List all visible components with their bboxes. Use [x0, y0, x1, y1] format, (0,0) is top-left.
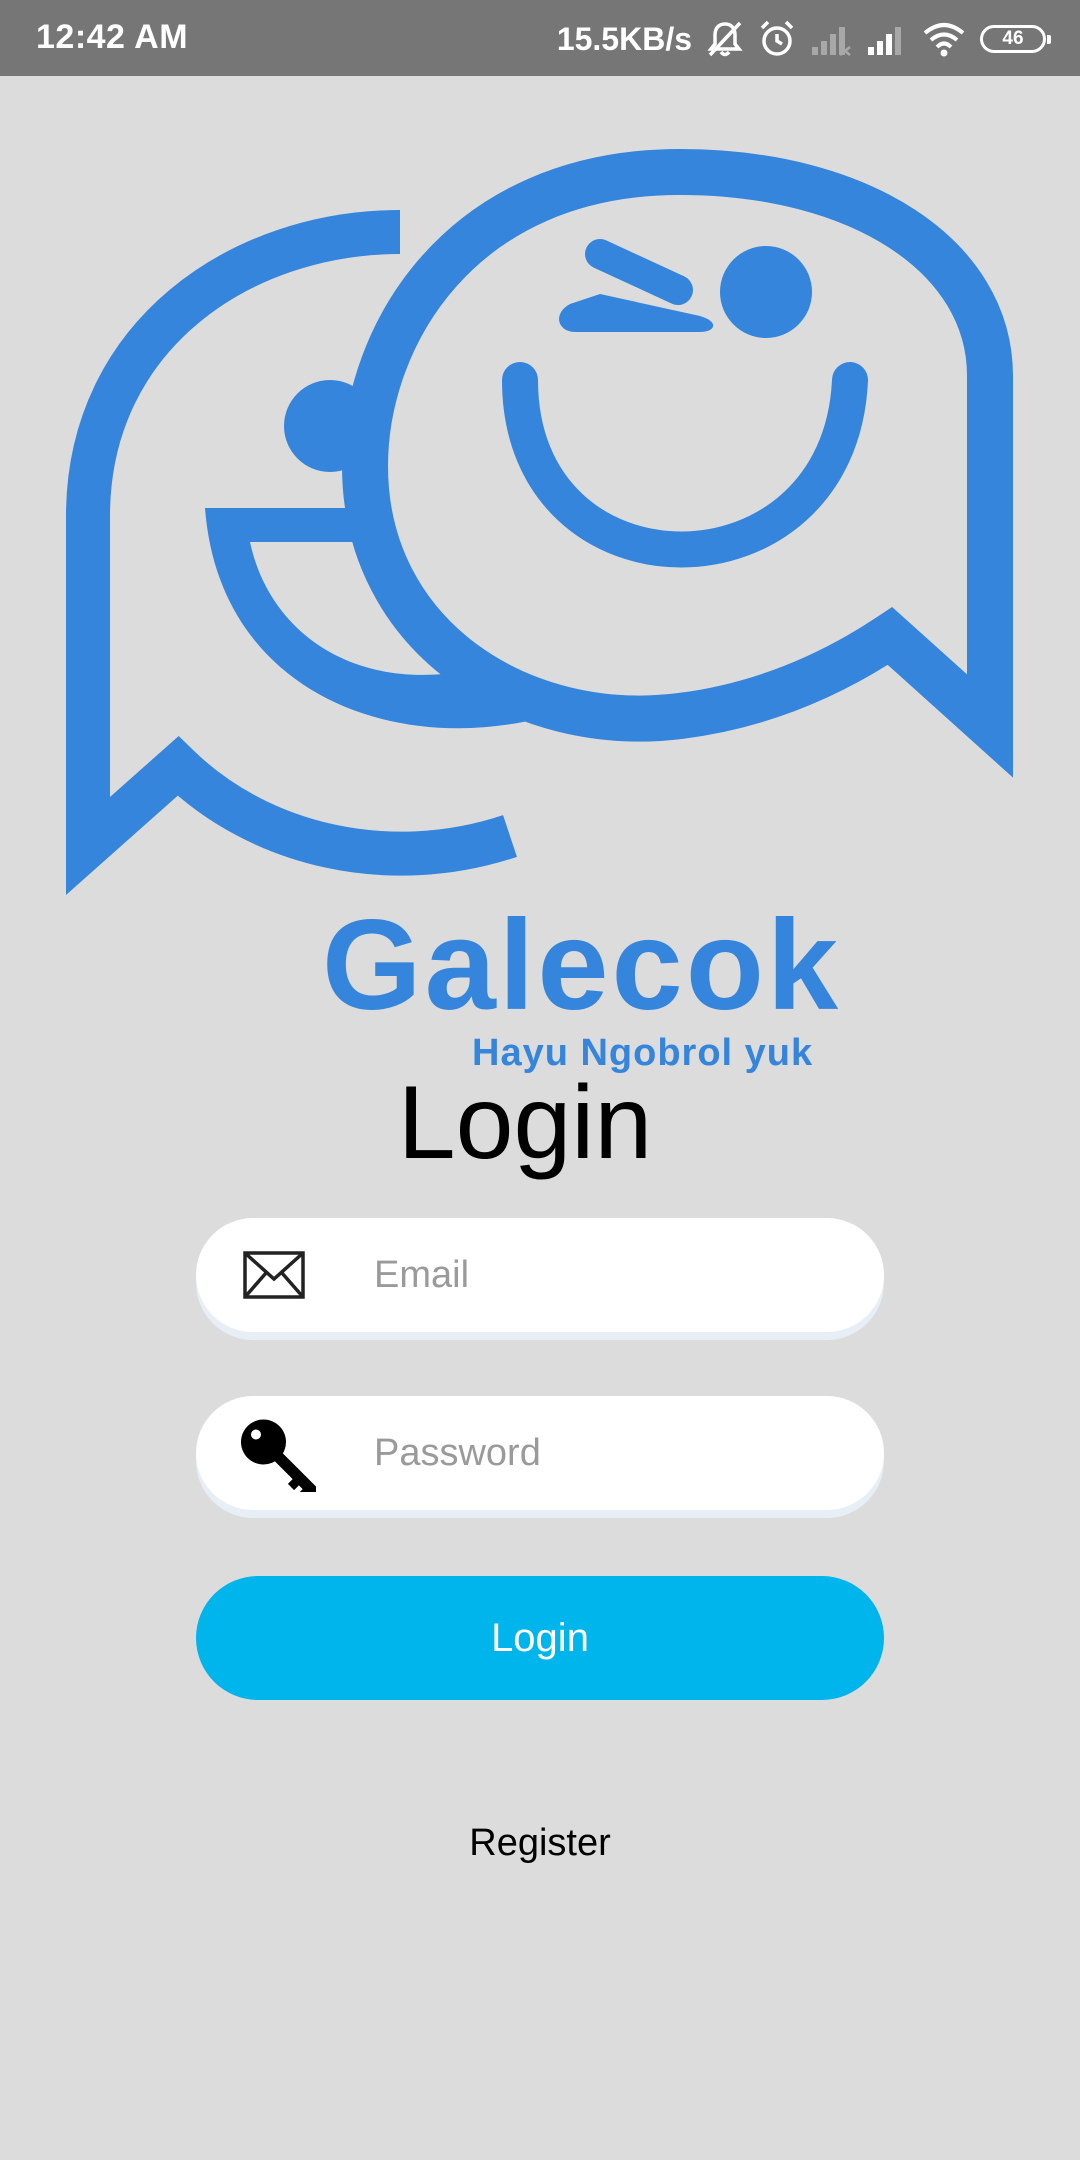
email-input[interactable]: [374, 1218, 834, 1332]
envelope-icon: [243, 1251, 305, 1299]
email-field[interactable]: [196, 1218, 884, 1332]
battery-icon: 46: [980, 25, 1051, 53]
status-time: 12:42 AM: [36, 18, 189, 56]
app-logo: Galecok Hayu Ngobrol yuk: [60, 76, 1020, 1072]
key-icon: [241, 1419, 316, 1492]
register-link[interactable]: Register: [0, 1822, 1080, 1865]
page-title: Login: [397, 1065, 653, 1181]
status-bar: 12:42 AM 15.5KB/s 46: [0, 0, 1080, 76]
login-button[interactable]: Login: [196, 1576, 884, 1700]
signal-icon: [868, 27, 901, 55]
password-field[interactable]: [196, 1396, 884, 1510]
password-input[interactable]: [374, 1396, 834, 1510]
alarm-icon: [760, 20, 794, 56]
wifi-icon: [923, 23, 965, 57]
chat-bubbles-logo-icon: [66, 148, 1013, 895]
status-icons: 15.5KB/s 46: [556, 14, 1051, 64]
battery-level: 46: [1002, 28, 1024, 49]
bell-off-icon: [707, 21, 743, 57]
signal-icon: [812, 27, 851, 56]
logo-name: Galecok: [322, 894, 842, 1037]
network-speed: 15.5KB/s: [556, 20, 692, 57]
